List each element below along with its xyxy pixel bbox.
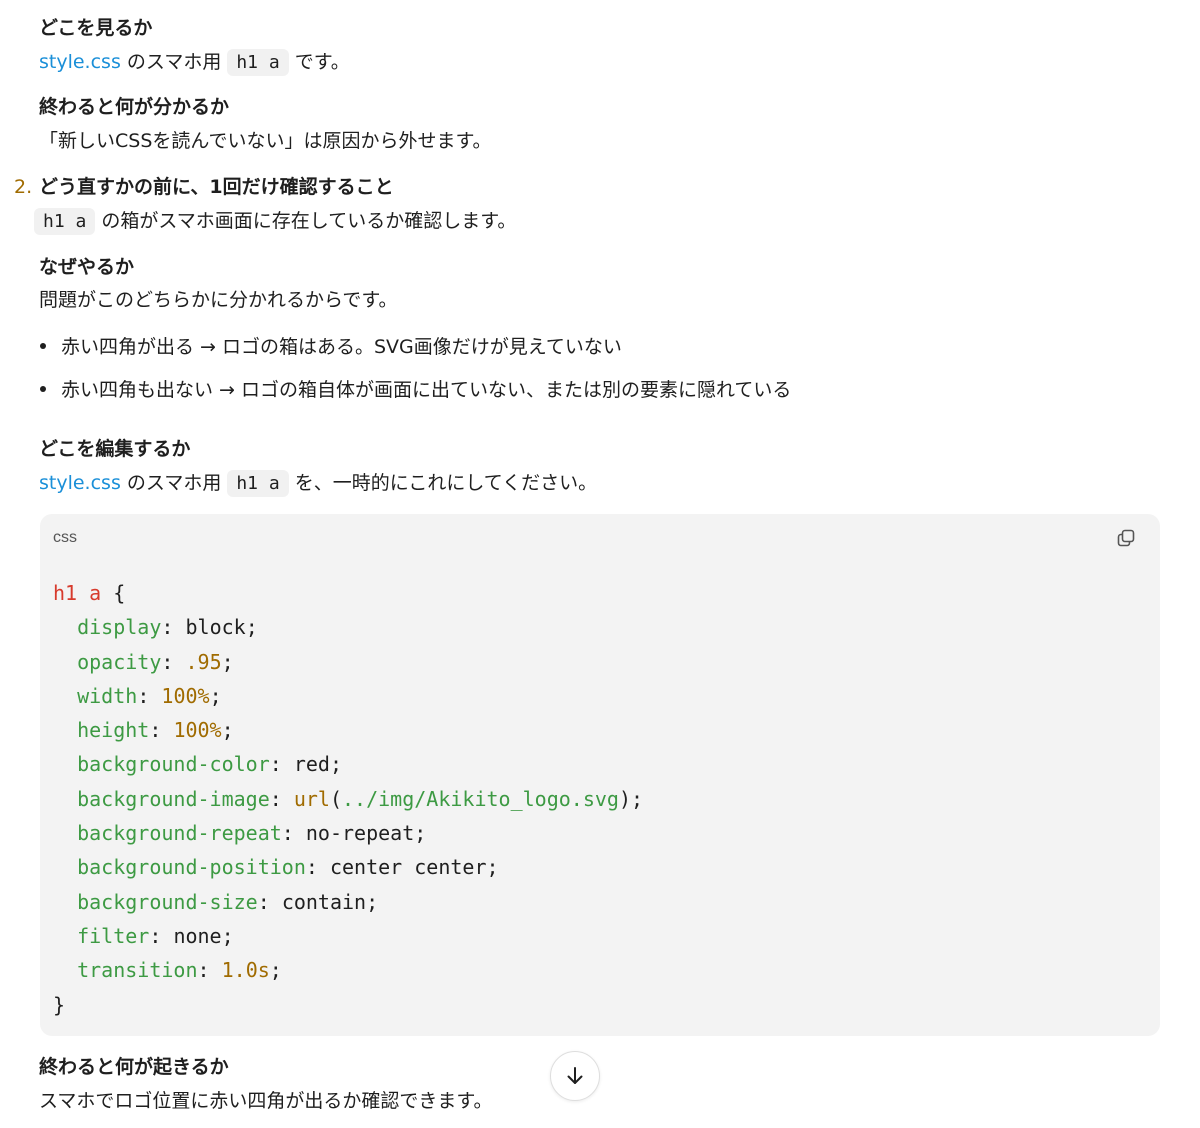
code-line: background-size: contain; (77, 889, 379, 914)
list-item: 赤い四角も出ない → ロゴの箱自体が画面に出ていない、または別の要素に隠れている (40, 375, 791, 405)
copy-button[interactable] (1116, 528, 1138, 550)
code-line: transition: 1.0s; (77, 958, 282, 983)
edit-text-b: を、一時的にこれにしてください。 (294, 472, 598, 494)
where-text-b: です。 (294, 51, 350, 73)
step-title: どう直すかの前に、1回だけ確認すること (39, 176, 394, 198)
inline-code: h1 a (227, 49, 289, 76)
bullet-icon (40, 342, 46, 349)
edit-heading: どこを編集するか (39, 438, 191, 460)
css-value: red (293, 752, 330, 777)
css-function: url (293, 786, 330, 811)
code-line: background-color: red; (77, 752, 343, 777)
result-heading: 終わると何が分かるか (39, 96, 230, 118)
arrow-down-icon (567, 1067, 583, 1084)
scroll-down-button[interactable] (550, 1051, 600, 1101)
list-item-text: 赤い四角が出る → ロゴの箱はある。SVG画像だけが見えていない (61, 336, 622, 358)
chat-response: どこを見るか style.css のスマホ用 h1 a です。 終わると何が分かるか… (0, 0, 1200, 1128)
css-property: display (77, 615, 162, 640)
code-line: background-repeat: no-repeat; (77, 821, 427, 846)
code-line: display: block; (77, 615, 258, 640)
css-property: background-repeat (77, 821, 282, 846)
css-value: 100% (161, 683, 210, 708)
code-line: height: 100%; (77, 718, 234, 743)
code-line: background-image: url(../img/Akikito_log… (77, 786, 644, 811)
where-text-a: のスマホ用 (120, 51, 222, 73)
css-value: contain (281, 889, 367, 914)
where-heading: どこを見るか (39, 17, 153, 39)
css-property: opacity (77, 649, 162, 674)
list-item: 赤い四角が出る → ロゴの箱はある。SVG画像だけが見えていない (40, 332, 622, 362)
why-text: 問題がこのどちらかに分かれるからです。 (39, 289, 398, 311)
code-close-brace: } (53, 992, 66, 1017)
edit-text-a: のスマホ用 (120, 472, 222, 494)
css-property: background-color (77, 752, 270, 777)
css-property: background-size (77, 889, 258, 914)
code-open-brace: { (101, 581, 126, 605)
happen-heading: 終わると何が起きるか (39, 1056, 229, 1078)
css-property: height (77, 718, 150, 743)
css-value: no-repeat (305, 821, 415, 846)
code-line: opacity: .95; (77, 649, 234, 674)
inline-code: h1 a (34, 208, 96, 235)
css-value: .95 (185, 649, 222, 674)
happen-text: スマホでロゴ位置に赤い四角が出るか確認できます。 (39, 1090, 493, 1112)
copy-icon (1117, 529, 1135, 547)
where-text: style.css のスマホ用 h1 a です。 (39, 47, 350, 78)
css-value: center center (329, 855, 487, 880)
step-intro: h1 a の箱がスマホ画面に存在しているか確認します。 (34, 206, 516, 237)
style-css-link[interactable]: style.css (39, 472, 121, 494)
code-line: filter: none; (77, 923, 234, 948)
code-line: background-position: center center; (77, 855, 499, 880)
step-2-title: 2. どう直すかの前に、1回だけ確認すること (14, 173, 394, 201)
code-block: css h1 a { display: block; opacity: .95;… (40, 514, 1160, 1036)
css-url: ../img/Akikito_logo.svg (342, 786, 619, 811)
code-selector: h1 a (53, 581, 102, 605)
result-text: 「新しいCSSを読んでいない」は原因から外せます。 (39, 130, 492, 152)
inline-code: h1 a (227, 470, 289, 497)
step-number: 2. (14, 176, 33, 198)
css-property: background-position (77, 855, 306, 880)
code-line: width: 100%; (77, 683, 222, 708)
css-property: width (77, 683, 138, 708)
code-content: h1 a { display: block; opacity: .95; wid… (53, 576, 643, 1022)
edit-text: style.css のスマホ用 h1 a を、一時的にこれにしてください。 (39, 468, 597, 499)
css-value: 1.0s (221, 958, 270, 983)
list-item-text: 赤い四角も出ない → ロゴの箱自体が画面に出ていない、または別の要素に隠れている (61, 379, 792, 401)
why-heading: なぜやるか (39, 256, 135, 278)
css-property: filter (77, 923, 150, 948)
style-css-link[interactable]: style.css (39, 51, 121, 73)
css-property: transition (77, 958, 198, 983)
css-value: 100% (173, 718, 222, 743)
code-language-label: css (53, 529, 77, 546)
bullet-icon (40, 385, 46, 392)
css-value: block (185, 615, 246, 640)
intro-text: の箱がスマホ画面に存在しているか確認します。 (101, 210, 517, 232)
css-value: none (173, 923, 222, 948)
css-property: background-image (77, 786, 270, 811)
